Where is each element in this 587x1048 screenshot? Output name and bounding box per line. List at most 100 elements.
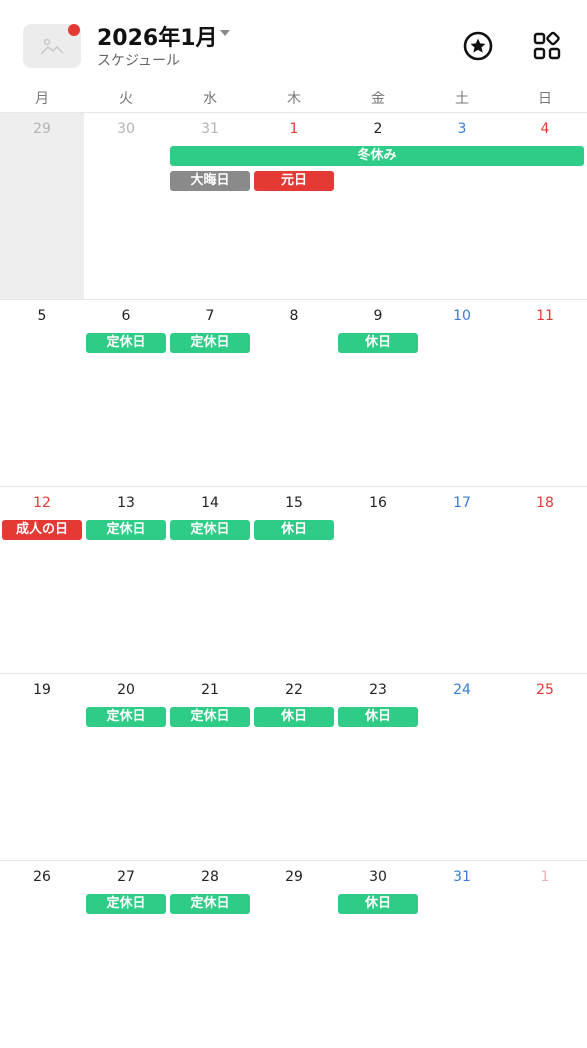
event-regular-closing[interactable]: 定休日: [86, 894, 166, 914]
app-header: 2026年1月 スケジュール: [0, 0, 587, 82]
day-cell[interactable]: 12: [0, 487, 84, 674]
day-cell[interactable]: 18: [503, 487, 587, 674]
day-number: 7: [205, 308, 215, 324]
day-number: 29: [285, 869, 303, 885]
day-cell[interactable]: 31: [168, 113, 252, 300]
day-cell[interactable]: 9: [336, 300, 420, 487]
day-cell[interactable]: 22: [252, 674, 336, 861]
day-number: 15: [285, 495, 303, 511]
day-number: 6: [121, 308, 131, 324]
day-cell[interactable]: 17: [420, 487, 504, 674]
day-cell[interactable]: 26: [0, 861, 84, 1048]
day-cell[interactable]: 30: [84, 113, 168, 300]
day-number: 3: [457, 121, 467, 137]
calendar-week: 26 27 28 29 30 31 1 定休日 定休日 休日: [0, 860, 587, 1048]
day-cell[interactable]: 11: [503, 300, 587, 487]
day-cell[interactable]: 1: [503, 861, 587, 1048]
day-cell[interactable]: 16: [336, 487, 420, 674]
event-regular-closing[interactable]: 定休日: [86, 707, 166, 727]
day-number: 31: [453, 869, 471, 885]
day-cell[interactable]: 15: [252, 487, 336, 674]
day-number: 30: [117, 121, 135, 137]
event-regular-closing[interactable]: 定休日: [170, 894, 250, 914]
day-number: 18: [536, 495, 554, 511]
day-cell[interactable]: 7: [168, 300, 252, 487]
event-holiday[interactable]: 休日: [338, 894, 418, 914]
day-number: 17: [453, 495, 471, 511]
calendar-week: 29 30 31 1 2 3 4 冬休み 大晦日 元日: [0, 112, 587, 300]
day-number: 5: [37, 308, 47, 324]
event-new-years-eve[interactable]: 大晦日: [170, 171, 250, 191]
day-cell[interactable]: 25: [503, 674, 587, 861]
chevron-down-icon[interactable]: [220, 30, 230, 36]
day-number: 28: [201, 869, 219, 885]
day-number: 14: [201, 495, 219, 511]
weekday-thu: 木: [287, 91, 301, 107]
day-cell[interactable]: 4: [503, 113, 587, 300]
apps-button[interactable]: [531, 30, 563, 62]
day-cell[interactable]: 6: [84, 300, 168, 487]
day-number: 4: [540, 121, 550, 137]
calendar-week: 12 13 14 15 16 17 18 成人の日 定休日 定休日 休日: [0, 486, 587, 674]
day-cell[interactable]: 27: [84, 861, 168, 1048]
calendar-week: 5 6 7 8 9 10 11 定休日 定休日 休日: [0, 299, 587, 487]
event-regular-closing[interactable]: 定休日: [170, 707, 250, 727]
day-cell[interactable]: 30: [336, 861, 420, 1048]
weekday-tue: 火: [119, 91, 133, 107]
day-number: 22: [285, 682, 303, 698]
calendar-week: 19 20 21 22 23 24 25 定休日 定休日 休日 休日: [0, 673, 587, 861]
calendar-name: スケジュール: [97, 53, 181, 69]
day-number: 11: [536, 308, 554, 324]
weekday-fri: 金: [371, 91, 385, 107]
day-number: 27: [117, 869, 135, 885]
day-cell[interactable]: 5: [0, 300, 84, 487]
day-cell[interactable]: 10: [420, 300, 504, 487]
day-cell[interactable]: 24: [420, 674, 504, 861]
event-holiday[interactable]: 休日: [254, 707, 334, 727]
day-cell[interactable]: 20: [84, 674, 168, 861]
day-number: 8: [289, 308, 299, 324]
day-number: 2: [373, 121, 383, 137]
weekday-sun: 日: [538, 91, 552, 107]
day-number: 12: [33, 495, 51, 511]
day-cell[interactable]: 2: [336, 113, 420, 300]
day-cell[interactable]: 29: [252, 861, 336, 1048]
event-holiday[interactable]: 休日: [254, 520, 334, 540]
event-regular-closing[interactable]: 定休日: [86, 333, 166, 353]
image-placeholder-icon: [40, 38, 64, 55]
favorite-button[interactable]: [462, 30, 494, 62]
month-title[interactable]: 2026年1月: [97, 20, 218, 52]
day-number: 25: [536, 682, 554, 698]
day-cell[interactable]: 29: [0, 113, 84, 300]
event-holiday[interactable]: 休日: [338, 333, 418, 353]
event-winter-break[interactable]: 冬休み: [170, 146, 584, 166]
day-cell[interactable]: 28: [168, 861, 252, 1048]
day-cell[interactable]: 13: [84, 487, 168, 674]
day-cell[interactable]: 21: [168, 674, 252, 861]
day-number: 24: [453, 682, 471, 698]
day-cell[interactable]: 8: [252, 300, 336, 487]
day-number: 26: [33, 869, 51, 885]
day-number: 31: [201, 121, 219, 137]
apps-grid-icon: [533, 31, 561, 60]
day-cell[interactable]: 23: [336, 674, 420, 861]
day-cell[interactable]: 19: [0, 674, 84, 861]
event-coming-of-age-day[interactable]: 成人の日: [2, 520, 82, 540]
day-number: 10: [453, 308, 471, 324]
event-new-years-day[interactable]: 元日: [254, 171, 334, 191]
day-cell[interactable]: 3: [420, 113, 504, 300]
day-number: 9: [373, 308, 383, 324]
day-cell[interactable]: 14: [168, 487, 252, 674]
day-cell[interactable]: 1: [252, 113, 336, 300]
event-regular-closing[interactable]: 定休日: [170, 520, 250, 540]
day-number: 1: [289, 121, 299, 137]
event-holiday[interactable]: 休日: [338, 707, 418, 727]
day-cell[interactable]: 31: [420, 861, 504, 1048]
weekday-wed: 水: [203, 91, 217, 107]
day-number: 19: [33, 682, 51, 698]
day-number: 16: [369, 495, 387, 511]
event-regular-closing[interactable]: 定休日: [170, 333, 250, 353]
event-regular-closing[interactable]: 定休日: [86, 520, 166, 540]
day-number: 20: [117, 682, 135, 698]
day-number: 13: [117, 495, 135, 511]
